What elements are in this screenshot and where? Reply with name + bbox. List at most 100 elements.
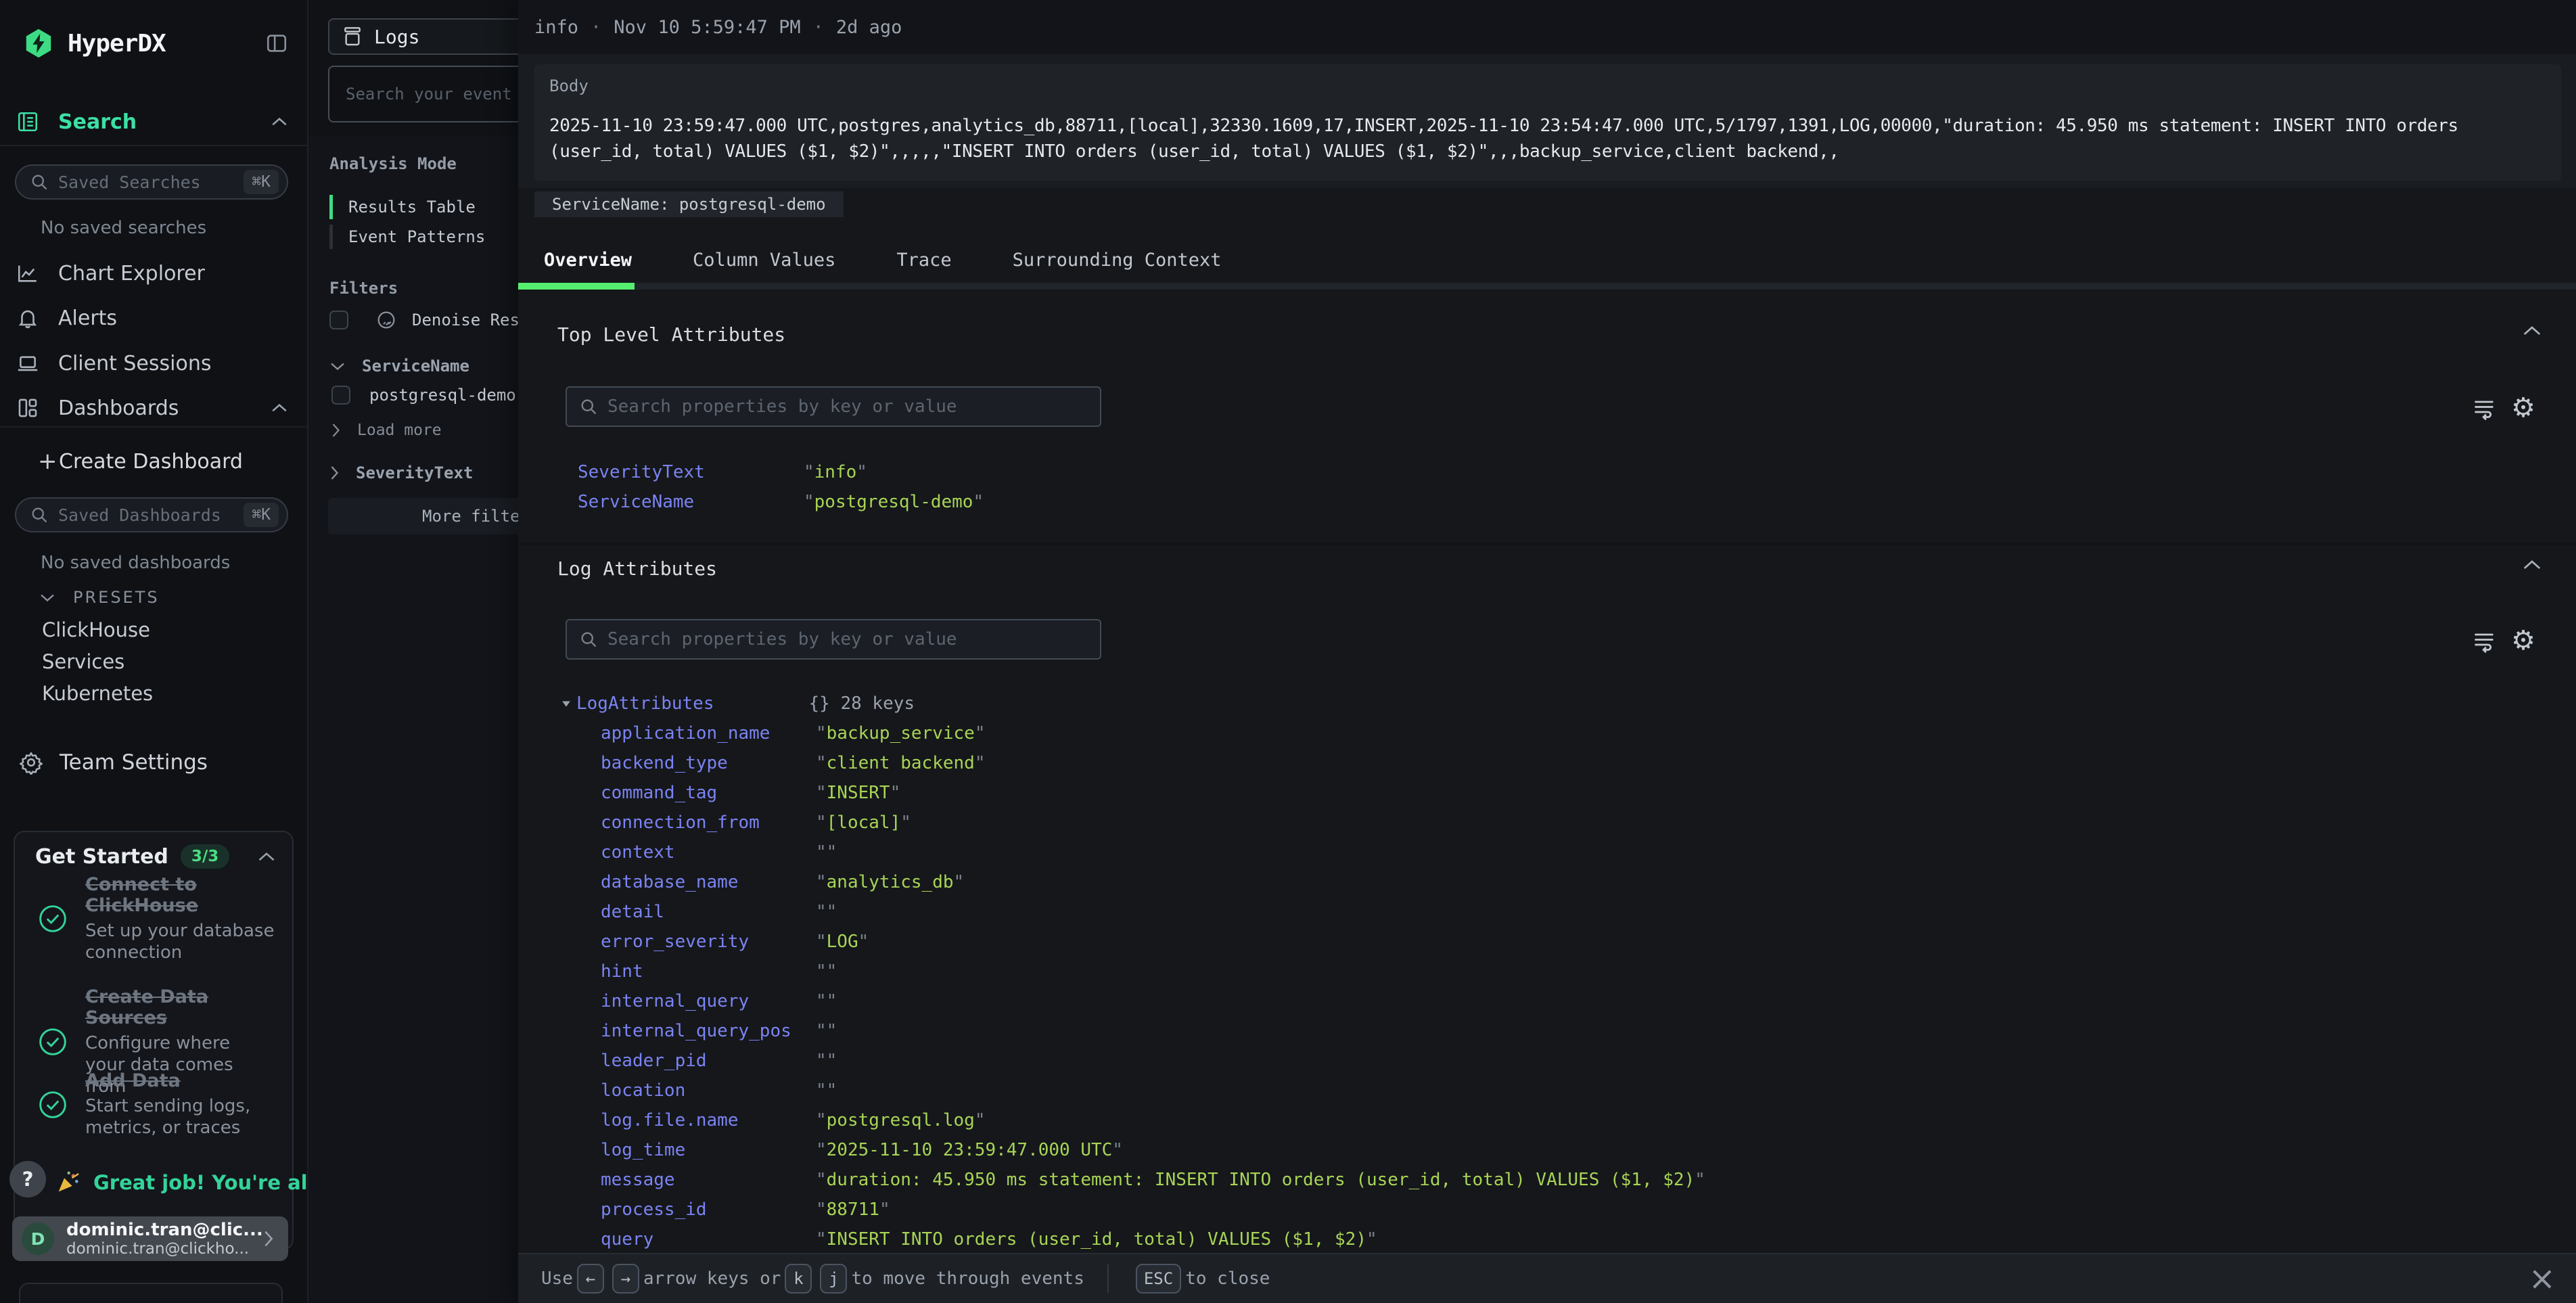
tab-column-values[interactable]: Column Values <box>693 238 835 283</box>
top-level-search-input[interactable] <box>607 396 1088 417</box>
attribute-value[interactable] <box>816 1051 837 1071</box>
wrap-lines-icon[interactable] <box>2472 396 2496 420</box>
esc-key[interactable]: ESC <box>1136 1264 1181 1294</box>
mode-event-patterns[interactable]: Event Patterns <box>329 222 518 252</box>
attribute-row[interactable]: internal_query <box>601 986 2549 1016</box>
chevron-up-icon[interactable] <box>2522 325 2542 337</box>
attribute-value[interactable]: analytics_db <box>816 872 964 892</box>
saved-searches-input[interactable]: ⌘K <box>15 164 288 200</box>
sidebar-item-client-sessions[interactable]: Client Sessions <box>0 348 307 378</box>
load-more-button[interactable]: Load more <box>331 419 442 441</box>
sidebar-item-chart-explorer[interactable]: Chart Explorer <box>0 258 307 288</box>
event-search-box[interactable] <box>328 66 518 122</box>
get-started-step-1[interactable]: Connect to ClickHouse Set up your databa… <box>38 874 283 963</box>
wrap-lines-icon[interactable] <box>2472 628 2496 653</box>
attribute-value[interactable] <box>816 1021 837 1041</box>
attribute-key[interactable]: backend_type <box>601 753 816 773</box>
get-started-step-3[interactable]: Add Data Start sending logs, metrics, or… <box>38 1070 283 1139</box>
k-key[interactable]: k <box>785 1264 812 1294</box>
attribute-value[interactable] <box>816 902 837 922</box>
attribute-key[interactable]: ServiceName <box>578 492 804 512</box>
attribute-row[interactable]: location <box>601 1076 2549 1105</box>
attribute-value[interactable] <box>816 991 837 1011</box>
attribute-key[interactable]: log_time <box>601 1140 816 1160</box>
create-dashboard-button[interactable]: + Create Dashboard <box>0 448 307 475</box>
attribute-row[interactable]: backend_typeclient backend <box>601 748 2549 778</box>
attribute-value[interactable]: postgresql.log <box>816 1110 985 1130</box>
attribute-key[interactable]: internal_query <box>601 991 816 1011</box>
attribute-value[interactable]: client backend <box>816 753 985 773</box>
saved-dashboards-field[interactable] <box>58 505 244 525</box>
source-selector-button[interactable]: Logs <box>328 18 518 55</box>
close-icon[interactable]: × <box>2529 1260 2556 1298</box>
filter-group-severitytext[interactable]: SeverityText <box>329 461 473 484</box>
attribute-key[interactable]: message <box>601 1170 816 1190</box>
chevron-up-icon[interactable] <box>271 116 288 127</box>
attribute-value[interactable]: backup_service <box>816 723 985 744</box>
top-level-search-box[interactable] <box>566 386 1101 427</box>
j-key[interactable]: j <box>820 1264 847 1294</box>
presets-toggle[interactable]: PRESETS <box>39 587 160 608</box>
attribute-key[interactable]: leader_pid <box>601 1051 816 1071</box>
log-attributes-search-input[interactable] <box>607 629 1088 649</box>
attribute-key[interactable]: SeverityText <box>578 462 804 482</box>
more-filters-button[interactable]: More filters <box>328 498 518 534</box>
attribute-value[interactable] <box>816 842 837 863</box>
tree-expand-icon[interactable] <box>561 699 571 708</box>
attribute-row[interactable]: queryINSERT INTO orders (user_id, total)… <box>601 1225 2549 1253</box>
tab-surrounding-context[interactable]: Surrounding Context <box>1013 238 1222 283</box>
service-name-tag[interactable]: ServiceName: postgresql-demo <box>534 191 844 217</box>
attribute-row[interactable]: ServiceNamepostgresql-demo <box>578 487 2549 517</box>
log-attributes-search-box[interactable] <box>566 619 1101 660</box>
attribute-value[interactable]: 88711 <box>816 1199 890 1220</box>
attribute-key[interactable]: context <box>601 842 816 863</box>
attribute-key[interactable]: database_name <box>601 872 816 892</box>
attribute-key[interactable]: detail <box>601 902 816 922</box>
attribute-value[interactable]: duration: 45.950 ms statement: INSERT IN… <box>816 1170 1705 1190</box>
attribute-key[interactable]: hint <box>601 961 816 982</box>
attribute-value[interactable]: [local] <box>816 813 911 833</box>
denoise-checkbox[interactable] <box>329 311 348 329</box>
attribute-row[interactable]: process_id88711 <box>601 1195 2549 1225</box>
preset-kubernetes[interactable]: Kubernetes <box>42 682 153 705</box>
body-box[interactable]: Body 2025-11-10 23:59:47.000 UTC,postgre… <box>534 64 2561 181</box>
attribute-row[interactable]: detail <box>601 897 2549 927</box>
attribute-row[interactable]: log_time2025-11-10 23:59:47.000 UTC <box>601 1135 2549 1165</box>
service-value-label[interactable]: postgresql-demo <box>369 386 516 405</box>
sidebar-item-search[interactable]: Search <box>0 107 307 137</box>
mode-results-table[interactable]: Results Table <box>329 192 518 222</box>
attribute-value[interactable]: INSERT <box>816 783 900 803</box>
attribute-row[interactable]: command_tagINSERT <box>601 778 2549 808</box>
attribute-row[interactable]: error_severityLOG <box>601 927 2549 957</box>
attribute-key[interactable]: location <box>601 1080 816 1101</box>
attribute-row[interactable]: messageduration: 45.950 ms statement: IN… <box>601 1165 2549 1195</box>
gear-icon[interactable]: ⚙ <box>2511 394 2535 421</box>
attribute-value[interactable] <box>816 1080 837 1101</box>
attribute-value[interactable]: 2025-11-10 23:59:47.000 UTC <box>816 1140 1123 1160</box>
root-key[interactable]: LogAttributes <box>576 693 714 714</box>
attribute-key[interactable]: process_id <box>601 1199 816 1220</box>
sidebar-collapse-icon[interactable] <box>265 32 288 55</box>
saved-searches-field[interactable] <box>58 173 244 192</box>
attribute-value[interactable] <box>816 961 837 982</box>
denoise-label[interactable]: Denoise Results <box>412 311 518 329</box>
attribute-key[interactable]: command_tag <box>601 783 816 803</box>
attribute-row[interactable]: leader_pid <box>601 1046 2549 1076</box>
event-search-input[interactable] <box>346 85 518 104</box>
attribute-row[interactable]: context <box>601 838 2549 867</box>
filter-group-servicename[interactable]: ServiceName <box>329 355 469 378</box>
attribute-value[interactable]: INSERT INTO orders (user_id, total) VALU… <box>816 1229 1377 1250</box>
attribute-key[interactable]: internal_query_pos <box>601 1021 816 1041</box>
bottom-announcement-card[interactable] <box>19 1283 283 1303</box>
attribute-value[interactable]: info <box>804 462 867 482</box>
attribute-key[interactable]: log.file.name <box>601 1110 816 1130</box>
gear-icon[interactable]: ⚙ <box>2511 627 2535 654</box>
attribute-row[interactable]: internal_query_pos <box>601 1016 2549 1046</box>
saved-dashboards-input[interactable]: ⌘K <box>15 497 288 532</box>
sidebar-item-team-settings[interactable]: Team Settings <box>19 748 288 777</box>
log-attributes-root-row[interactable]: LogAttributes {} 28 keys <box>561 689 915 718</box>
attribute-key[interactable]: error_severity <box>601 932 816 952</box>
attribute-value[interactable]: LOG <box>816 932 869 952</box>
chevron-up-icon[interactable] <box>2522 559 2542 571</box>
attribute-row[interactable]: connection_from[local] <box>601 808 2549 838</box>
